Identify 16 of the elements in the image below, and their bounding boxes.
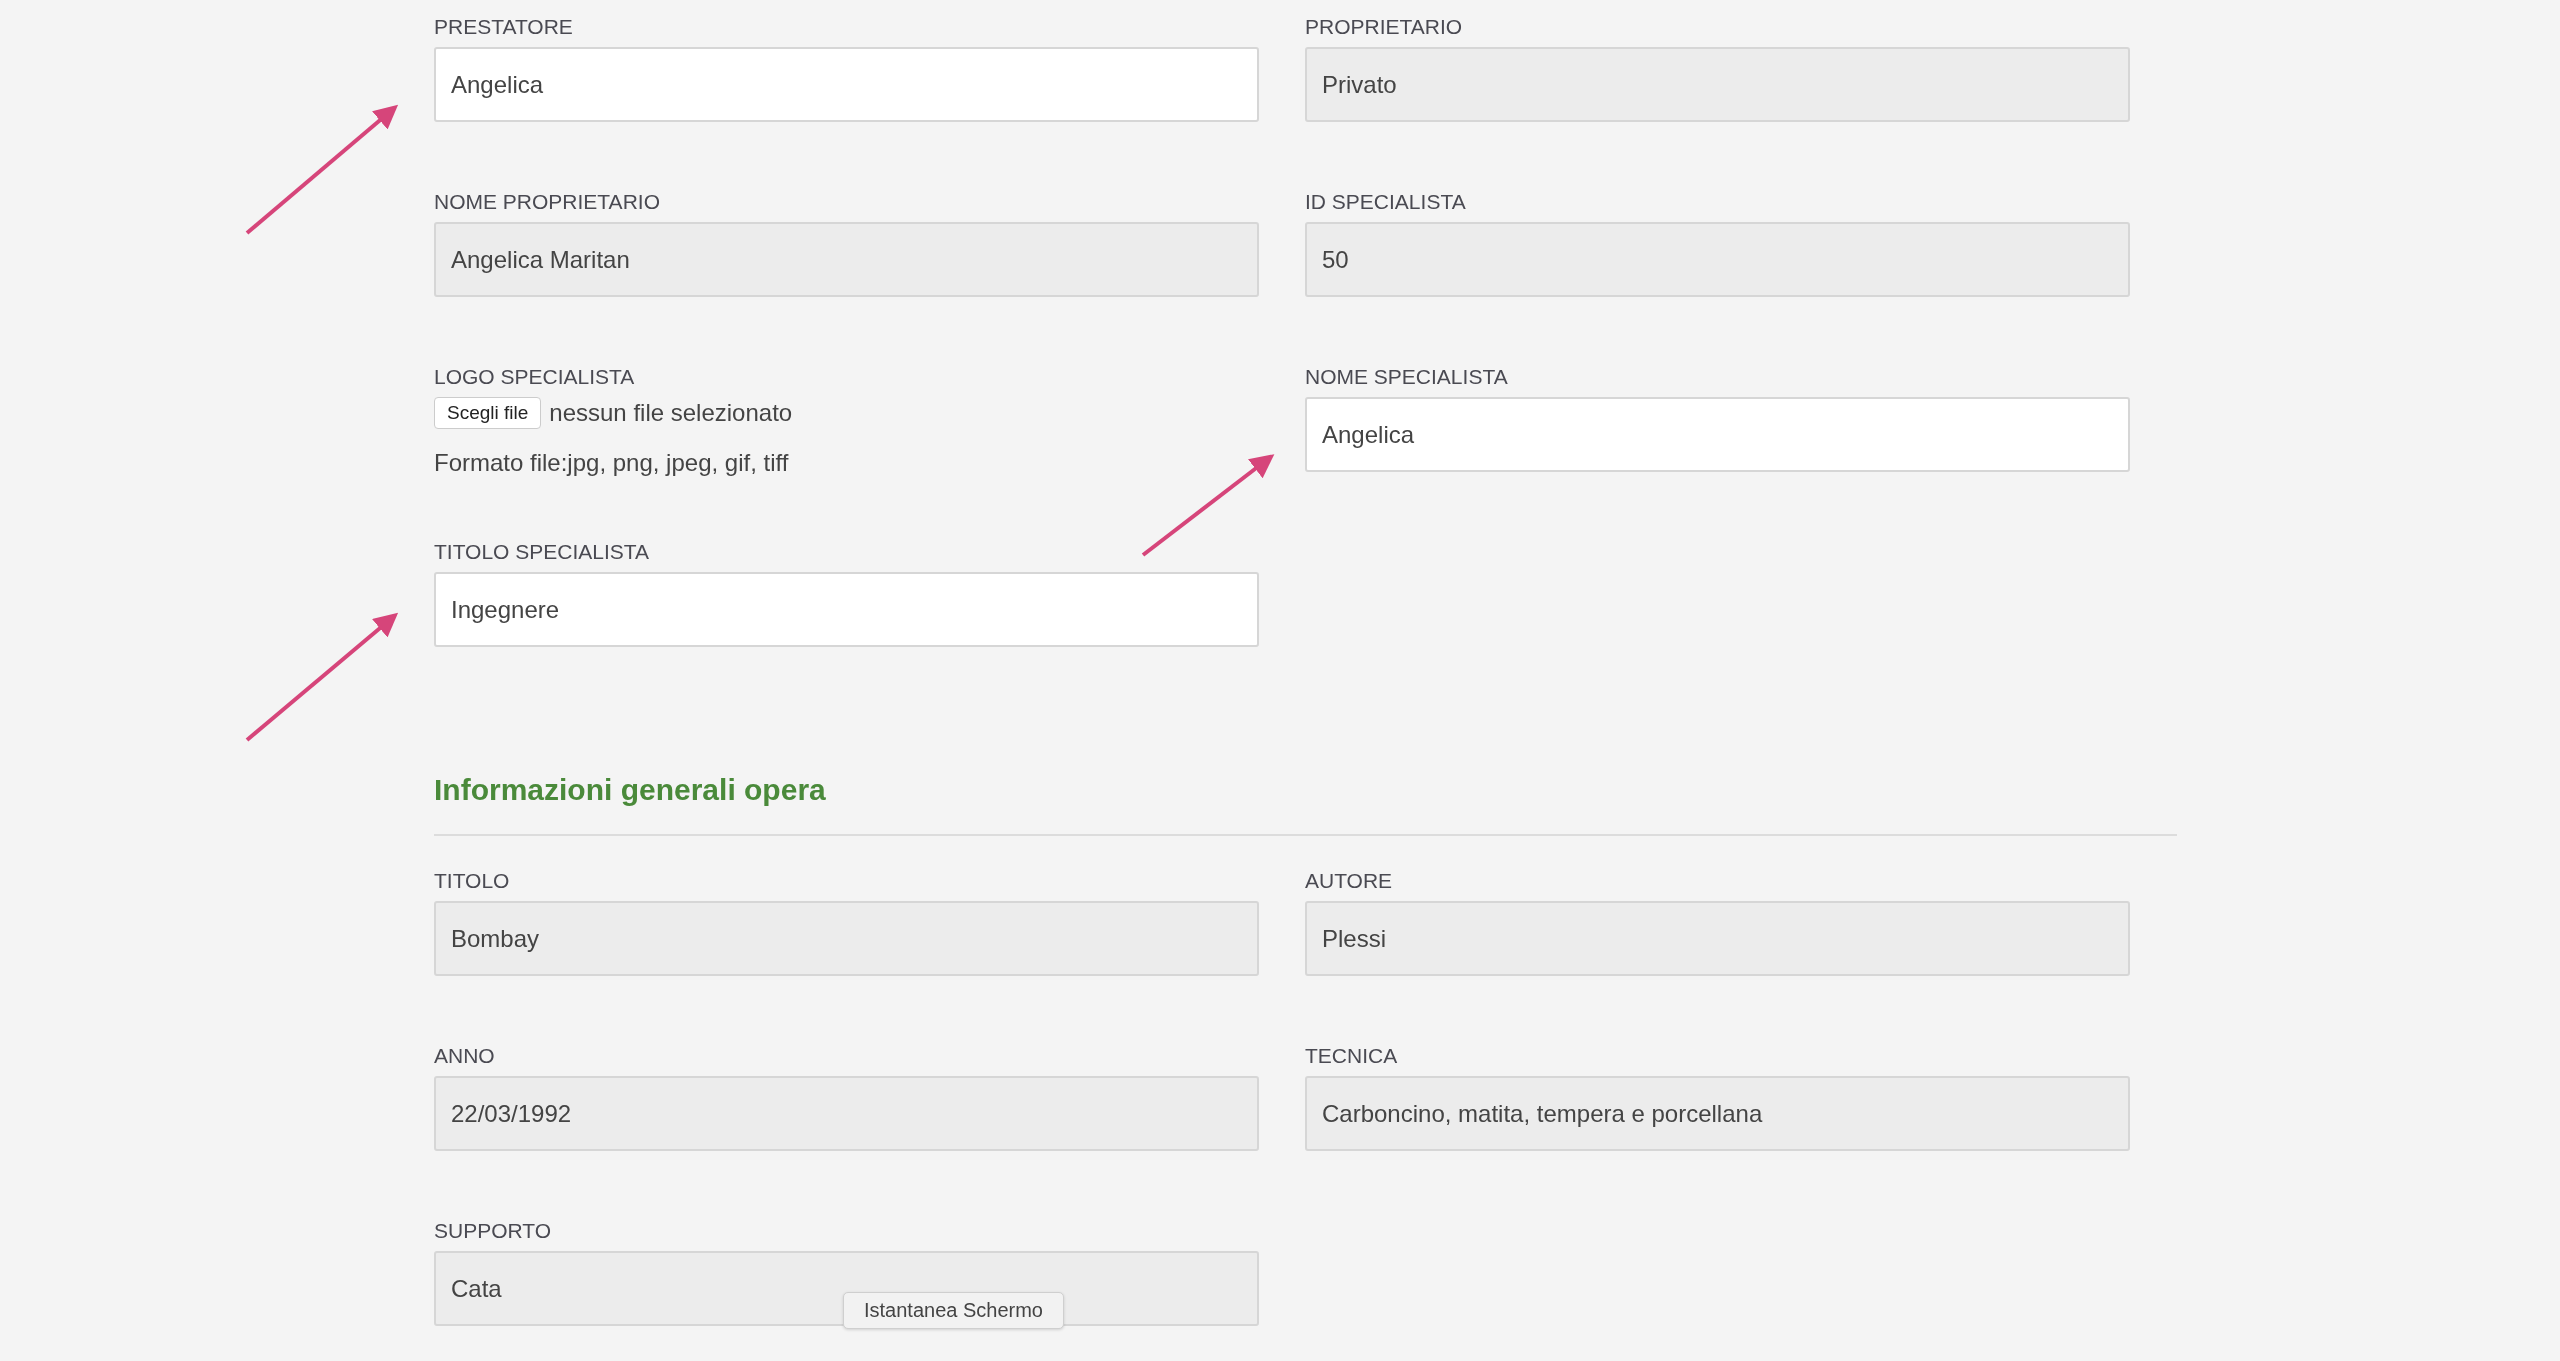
field-label: NOME PROPRIETARIO	[434, 189, 661, 215]
file-status-text: nessun file selezionato	[549, 399, 793, 427]
field-label: SUPPORTO	[434, 1218, 553, 1244]
tooltip: Istantanea Schermo	[843, 1292, 1064, 1329]
section-heading: Informazioni generali opera	[434, 772, 827, 808]
field-label: ANNO	[434, 1043, 496, 1069]
field-label: PRESTATORE	[434, 14, 574, 40]
field-label: NOME SPECIALISTA	[1305, 364, 1509, 390]
field-label: AUTORE	[1305, 868, 1394, 894]
field-label: TECNICA	[1305, 1043, 1399, 1069]
field-label: PROPRIETARIO	[1305, 14, 1464, 40]
field-label: LOGO SPECIALISTA	[434, 364, 636, 390]
field-label: ID SPECIALISTA	[1305, 189, 1467, 215]
file-format-hint: Formato file:jpg, png, jpeg, gif, tiff	[434, 449, 790, 477]
field-label: TITOLO SPECIALISTA	[434, 539, 651, 565]
field-label: TITOLO	[434, 868, 511, 894]
